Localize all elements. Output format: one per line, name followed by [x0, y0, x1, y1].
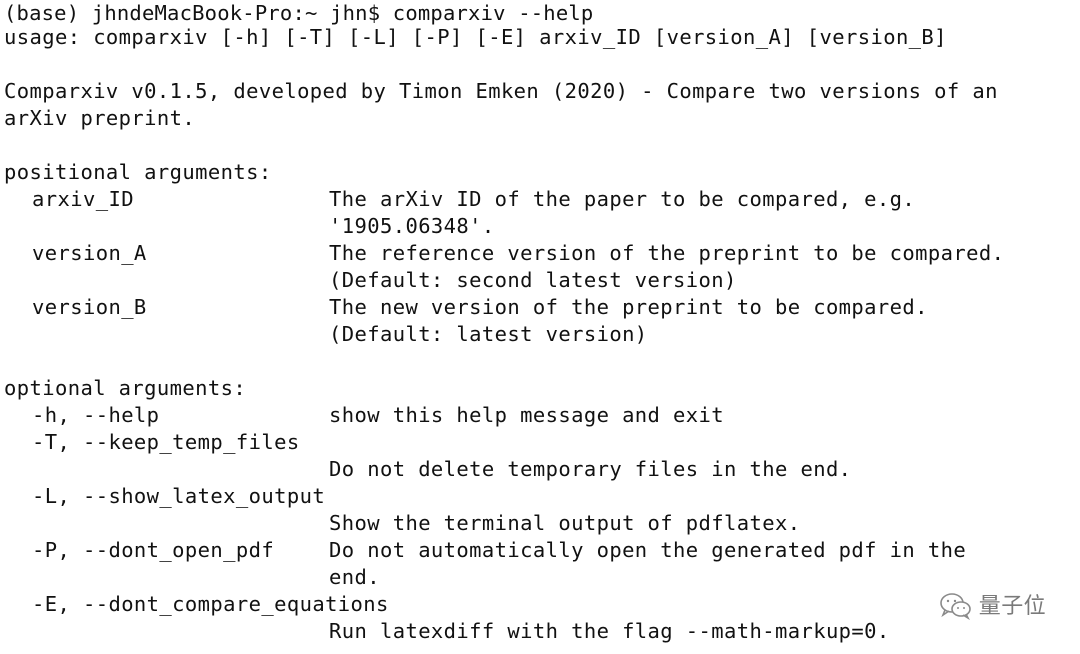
arg-name: -h, --help — [32, 403, 160, 427]
wechat-icon — [939, 592, 973, 620]
arg-desc-line-1: Show the terminal output of pdflatex. — [329, 511, 801, 535]
arg-desc-line-2: (Default: second latest version) — [329, 268, 737, 292]
arg-name: version_A — [32, 241, 147, 265]
arg-name: -P, --dont_open_pdf — [32, 538, 275, 562]
description-line-1: Comparxiv v0.1.5, developed by Timon Emk… — [4, 79, 998, 103]
arg-desc-line-1: Run latexdiff with the flag --math-marku… — [329, 619, 890, 643]
arg-name: -T, --keep_temp_files — [32, 430, 300, 454]
arg-desc-line-1: show this help message and exit — [329, 403, 725, 427]
arg-desc-line-1: Do not automatically open the generated … — [329, 538, 967, 562]
arg-desc-line-1: The new version of the preprint to be co… — [329, 295, 928, 319]
usage-line: usage: comparxiv [-h] [-T] [-L] [-P] [-E… — [4, 25, 947, 49]
arg-name: arxiv_ID — [32, 187, 134, 211]
arg-name: version_B — [32, 295, 147, 319]
arg-desc-line-2: end. — [329, 565, 380, 589]
description-line-2: arXiv preprint. — [4, 106, 196, 130]
watermark: 量子位 — [939, 592, 1046, 620]
terminal-window[interactable]: (base) jhndeMacBook-Pro:~ jhn$ comparxiv… — [0, 0, 1080, 654]
arg-name: -L, --show_latex_output — [32, 484, 326, 508]
arg-desc-line-1: The arXiv ID of the paper to be compared… — [329, 187, 916, 211]
arg-desc-line-2: (Default: latest version) — [329, 322, 648, 346]
optional-header: optional arguments: — [4, 376, 247, 400]
arg-desc-line-1: Do not delete temporary files in the end… — [329, 457, 852, 481]
arg-desc-line-1: The reference version of the preprint to… — [329, 241, 1005, 265]
watermark-text: 量子位 — [978, 593, 1046, 619]
shell-prompt-line: (base) jhndeMacBook-Pro:~ jhn$ comparxiv… — [4, 1, 594, 25]
positional-header: positional arguments: — [4, 160, 272, 184]
arg-desc-line-2: '1905.06348'. — [329, 214, 495, 238]
arg-name: -E, --dont_compare_equations — [32, 592, 389, 616]
